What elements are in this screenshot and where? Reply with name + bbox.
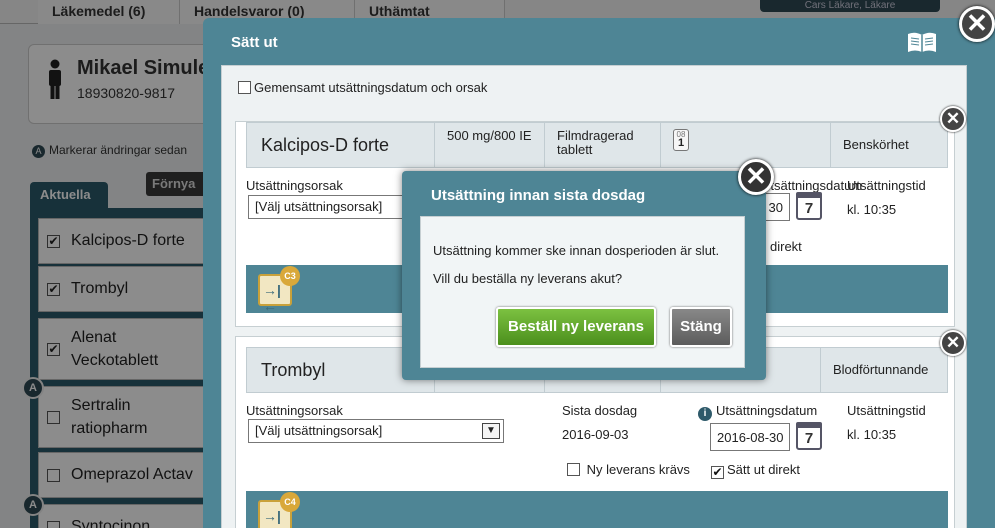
c-badge: C3: [280, 266, 300, 286]
close-button[interactable]: Stäng: [670, 307, 732, 347]
stop-direct-option[interactable]: ✔ Sätt ut direkt: [711, 462, 800, 479]
stop-direct-label: direkt: [770, 239, 802, 254]
stop-direct-checkbox[interactable]: ✔: [711, 466, 724, 479]
split-icon[interactable]: →|← C3: [258, 266, 300, 314]
stop-date-input[interactable]: 2016-08-30: [710, 423, 790, 451]
medication-action-bar: →|← C4: [246, 491, 948, 528]
popup-question: Vill du beställa ny leverans akut?: [433, 271, 623, 286]
medication-indication: Benskörhet: [830, 123, 948, 167]
medication-form: Filmdragerad tablett: [544, 123, 660, 167]
medication-header: Kalcipos-D forte 500 mg/800 IE Filmdrage…: [246, 122, 948, 168]
reason-label: Utsättningsorsak: [246, 403, 343, 418]
popup-title: Utsättning innan sista dosdag: [431, 187, 646, 204]
new-delivery-option[interactable]: Ny leverans krävs: [567, 462, 690, 477]
common-date-option[interactable]: Gemensamt utsättningsdatum och orsak: [238, 80, 487, 95]
stop-time-label: Utsättningstid: [847, 403, 926, 418]
new-delivery-label: Ny leverans krävs: [586, 462, 690, 477]
remove-medication-icon[interactable]: ✕: [940, 330, 966, 356]
medication-name: Trombyl: [261, 360, 326, 380]
stop-time-value: kl. 10:35: [847, 427, 897, 442]
reason-select[interactable]: [Välj utsättningsorsak]: [248, 195, 408, 219]
popup-message: Utsättning kommer ske innan dosperioden …: [433, 243, 720, 258]
medication-strength: 500 mg/800 IE: [434, 123, 544, 167]
info-icon[interactable]: i: [698, 407, 712, 421]
stop-time-label: Utsättningstid: [847, 178, 926, 193]
split-icon[interactable]: →|← C4: [258, 492, 300, 528]
book-icon[interactable]: [907, 31, 937, 53]
last-dose-label: Sista dosdag: [562, 403, 638, 418]
popup-body: Utsättning kommer ske innan dosperioden …: [420, 216, 745, 368]
close-icon[interactable]: ✕: [738, 159, 774, 195]
medication-name: Kalcipos-D forte: [261, 135, 390, 155]
dialog-title: Sätt ut: [231, 34, 278, 51]
c-badge: C4: [280, 492, 300, 512]
stop-direct-label: Sätt ut direkt: [727, 462, 800, 477]
stop-date-label: Utsättningsdatum: [716, 403, 818, 418]
reason-select[interactable]: [Välj utsättningsorsak] ▼: [248, 419, 504, 443]
reason-label: Utsättningsorsak: [246, 178, 343, 193]
calendar-icon[interactable]: 7: [796, 192, 822, 220]
dose-schedule-icon: 08 1: [673, 129, 689, 151]
calendar-icon[interactable]: 7: [796, 422, 822, 450]
dose-badge-value: 1: [677, 137, 685, 149]
stop-date-label-wrap: i Utsättningsdatum: [698, 403, 817, 421]
stop-time-value: kl. 10:35: [847, 202, 897, 217]
chevron-down-icon[interactable]: ▼: [482, 423, 500, 439]
new-delivery-checkbox[interactable]: [567, 463, 580, 476]
remove-medication-icon[interactable]: ✕: [940, 106, 966, 132]
common-date-label: Gemensamt utsättningsdatum och orsak: [254, 80, 488, 95]
order-new-delivery-button[interactable]: Beställ ny leverans: [496, 307, 656, 347]
reason-select-value: [Välj utsättningsorsak]: [255, 423, 383, 438]
last-dose-value: 2016-09-03: [562, 427, 629, 442]
common-date-checkbox[interactable]: [238, 81, 251, 94]
confirm-popup: Utsättning innan sista dosdag ✕ Utsättni…: [402, 159, 774, 380]
medication-indication: Blodförtunnande: [820, 348, 948, 392]
close-icon[interactable]: ✕: [959, 6, 995, 42]
